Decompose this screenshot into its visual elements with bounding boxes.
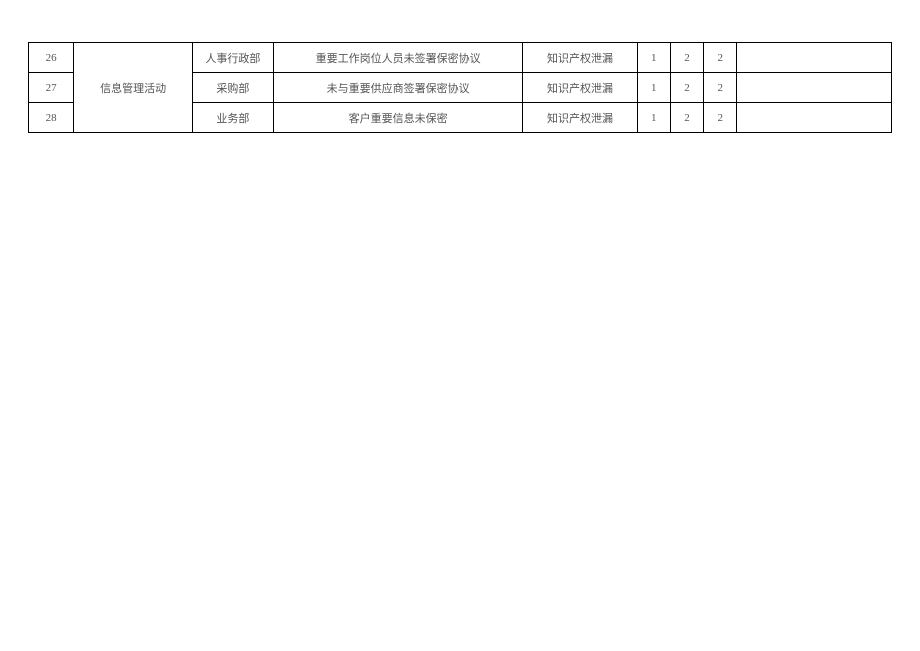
cell-dept: 业务部 [193, 103, 274, 133]
cell-score1: 1 [637, 103, 670, 133]
cell-category: 信息管理活动 [74, 43, 193, 133]
cell-desc: 客户重要信息未保密 [273, 103, 523, 133]
cell-score2: 2 [670, 73, 703, 103]
cell-note [737, 103, 892, 133]
cell-note [737, 43, 892, 73]
cell-score3: 2 [704, 73, 737, 103]
table-row: 26 信息管理活动 人事行政部 重要工作岗位人员未签署保密协议 知识产权泄漏 1… [29, 43, 892, 73]
cell-score3: 2 [704, 103, 737, 133]
cell-dept: 采购部 [193, 73, 274, 103]
cell-type: 知识产权泄漏 [523, 103, 637, 133]
cell-number: 26 [29, 43, 74, 73]
cell-number: 28 [29, 103, 74, 133]
cell-score2: 2 [670, 103, 703, 133]
cell-dept: 人事行政部 [193, 43, 274, 73]
cell-type: 知识产权泄漏 [523, 73, 637, 103]
cell-desc: 重要工作岗位人员未签署保密协议 [273, 43, 523, 73]
cell-number: 27 [29, 73, 74, 103]
cell-score2: 2 [670, 43, 703, 73]
data-table: 26 信息管理活动 人事行政部 重要工作岗位人员未签署保密协议 知识产权泄漏 1… [28, 42, 892, 133]
cell-desc: 未与重要供应商签署保密协议 [273, 73, 523, 103]
cell-type: 知识产权泄漏 [523, 43, 637, 73]
cell-score1: 1 [637, 73, 670, 103]
cell-score3: 2 [704, 43, 737, 73]
cell-score1: 1 [637, 43, 670, 73]
cell-note [737, 73, 892, 103]
